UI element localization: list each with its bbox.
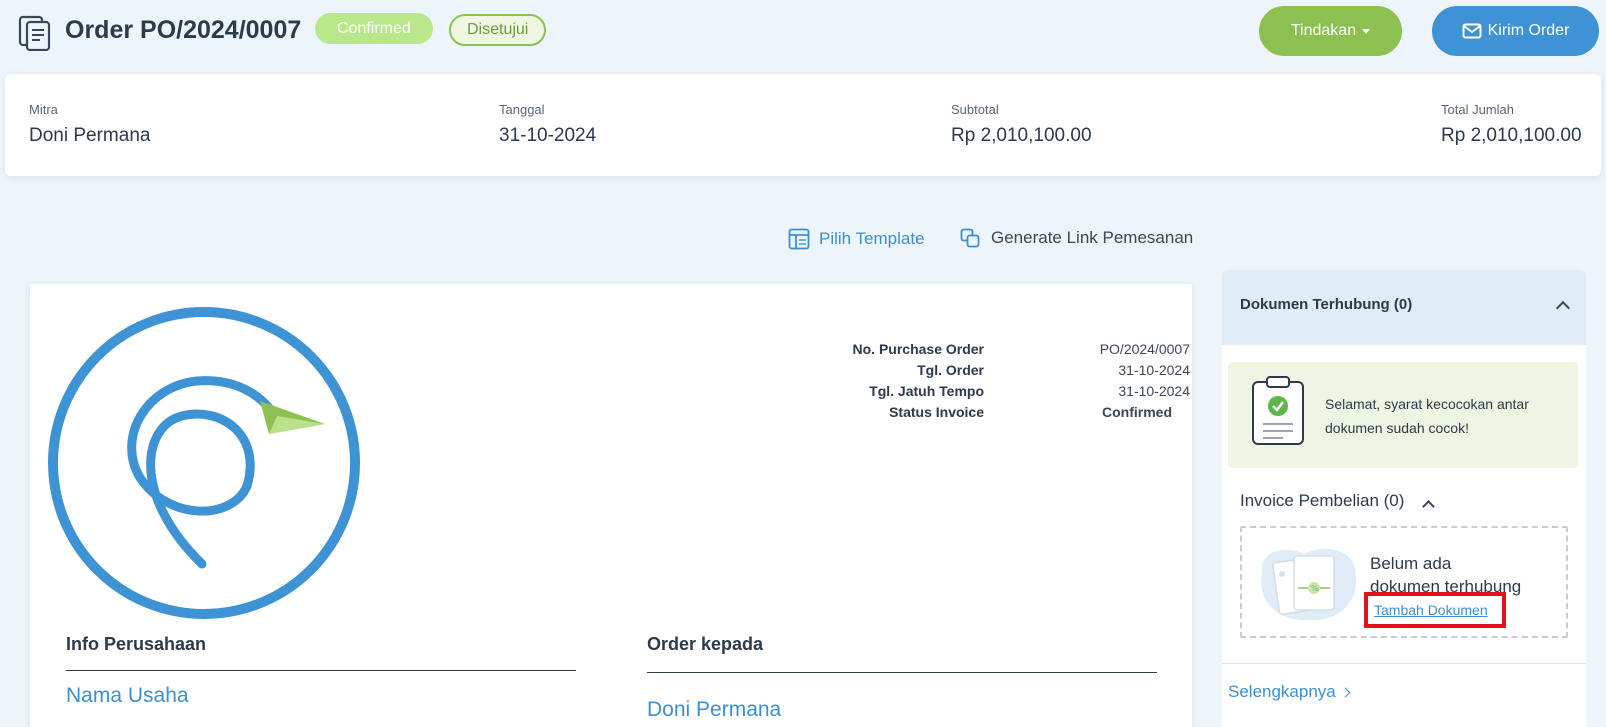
- meta-row: No. Purchase Order PO/2024/0007: [776, 339, 1196, 360]
- chevron-up-icon[interactable]: [1555, 300, 1571, 316]
- match-success-message: Selamat, syarat kecocokan antar dokumen …: [1325, 396, 1529, 436]
- total-value: Rp 2,010,100.00: [1441, 125, 1582, 146]
- linked-documents-header[interactable]: Dokumen Terhubung (0): [1222, 270, 1586, 345]
- copy-link-icon: [960, 228, 980, 248]
- meta-label: Status Invoice: [889, 404, 984, 420]
- order-summary-card: Mitra Doni Permana Tanggal 31-10-2024 Su…: [5, 74, 1601, 176]
- linked-documents-title: Dokumen Terhubung (0): [1240, 296, 1413, 313]
- actions-button-label: Tindakan: [1290, 22, 1357, 39]
- company-logo: [48, 307, 360, 619]
- partner-value: Doni Permana: [29, 125, 151, 146]
- generate-order-link[interactable]: Generate Link Pemesanan: [960, 228, 1193, 248]
- purchase-invoice-label: Invoice Pembelian (0): [1240, 491, 1405, 510]
- status-badge: Confirmed: [315, 13, 433, 44]
- meta-row: Tgl. Jatuh Tempo 31-10-2024: [776, 381, 1196, 402]
- caret-down-icon: [1362, 28, 1371, 34]
- meta-value: 31-10-2024: [1118, 362, 1190, 378]
- order-document-preview: No. Purchase Order PO/2024/0007 Tgl. Ord…: [30, 284, 1192, 727]
- meta-label: No. Purchase Order: [852, 341, 985, 357]
- summary-partner: Mitra Doni Permana: [29, 102, 150, 147]
- meta-value: PO/2024/0007: [1099, 341, 1190, 357]
- summary-date: Tanggal 31-10-2024: [499, 102, 596, 147]
- date-value: 31-10-2024: [499, 125, 597, 146]
- summary-total: Total Jumlah Rp 2,010,100.00: [1441, 102, 1582, 147]
- linked-documents-panel: Dokumen Terhubung (0) Selamat, syarat ke…: [1222, 270, 1586, 727]
- company-info-title: Info Perusahaan: [66, 634, 207, 654]
- company-name: Nama Usaha: [66, 684, 189, 707]
- template-icon: [788, 228, 810, 250]
- date-label: Tanggal: [499, 102, 545, 117]
- document-icon: [18, 15, 51, 51]
- purchase-invoice-header[interactable]: Invoice Pembelian (0): [1240, 491, 1404, 511]
- order-to-name: Doni Permana: [647, 698, 782, 721]
- summary-subtotal: Subtotal Rp 2,010,100.00: [951, 102, 1092, 147]
- send-order-button[interactable]: Kirim Order: [1432, 6, 1599, 56]
- company-info-divider: [66, 670, 576, 671]
- empty-documents-box: % Belum ada dokumen terhubung Tambah Dok…: [1240, 526, 1568, 638]
- add-document-highlight: Tambah Dokumen: [1364, 592, 1506, 628]
- subtotal-label: Subtotal: [951, 102, 999, 117]
- meta-row: Status Invoice Confirmed: [776, 402, 1196, 423]
- page-header: Order PO/2024/0007 Confirmed Disetujui T…: [0, 0, 1606, 66]
- order-meta: No. Purchase Order PO/2024/0007 Tgl. Ord…: [776, 339, 1196, 423]
- meta-value: 31-10-2024: [1118, 383, 1190, 399]
- empty-line-1: Belum ada: [1370, 554, 1452, 573]
- partner-label: Mitra: [29, 102, 58, 117]
- choose-template-label: Pilih Template: [819, 229, 925, 248]
- add-document-link[interactable]: Tambah Dokumen: [1374, 602, 1488, 618]
- approval-badge: Disetujui: [449, 14, 547, 46]
- page-title: Order PO/2024/0007: [65, 16, 302, 44]
- meta-label: Tgl. Jatuh Tempo: [869, 383, 984, 399]
- meta-label: Tgl. Order: [917, 362, 984, 378]
- svg-text:%: %: [1311, 584, 1319, 593]
- order-to-title: Order kepada: [647, 634, 764, 654]
- match-success-box: Selamat, syarat kecocokan antar dokumen …: [1228, 362, 1578, 468]
- see-more-label: Selengkapnya: [1228, 682, 1336, 701]
- chevron-up-icon[interactable]: [1422, 500, 1435, 513]
- total-label: Total Jumlah: [1441, 102, 1514, 117]
- clipboard-check-icon: [1252, 376, 1304, 445]
- actions-dropdown-button[interactable]: Tindakan: [1259, 6, 1402, 56]
- meta-row: Tgl. Order 31-10-2024: [776, 360, 1196, 381]
- subtotal-value: Rp 2,010,100.00: [951, 125, 1092, 146]
- chevron-right-icon: [1340, 687, 1351, 697]
- document-actions-row: Pilih Template Generate Link Pemesanan: [0, 228, 1200, 252]
- envelope-icon: [1462, 23, 1482, 39]
- order-to-divider: [647, 672, 1157, 673]
- meta-value: Confirmed: [1102, 404, 1172, 420]
- panel-divider: [1222, 663, 1586, 664]
- see-more-link[interactable]: Selengkapnya: [1228, 682, 1351, 702]
- generate-order-label: Generate Link Pemesanan: [991, 228, 1194, 247]
- send-order-label: Kirim Order: [1487, 22, 1570, 39]
- choose-template-link[interactable]: Pilih Template: [788, 228, 925, 250]
- empty-document-illustration: %: [1261, 548, 1357, 621]
